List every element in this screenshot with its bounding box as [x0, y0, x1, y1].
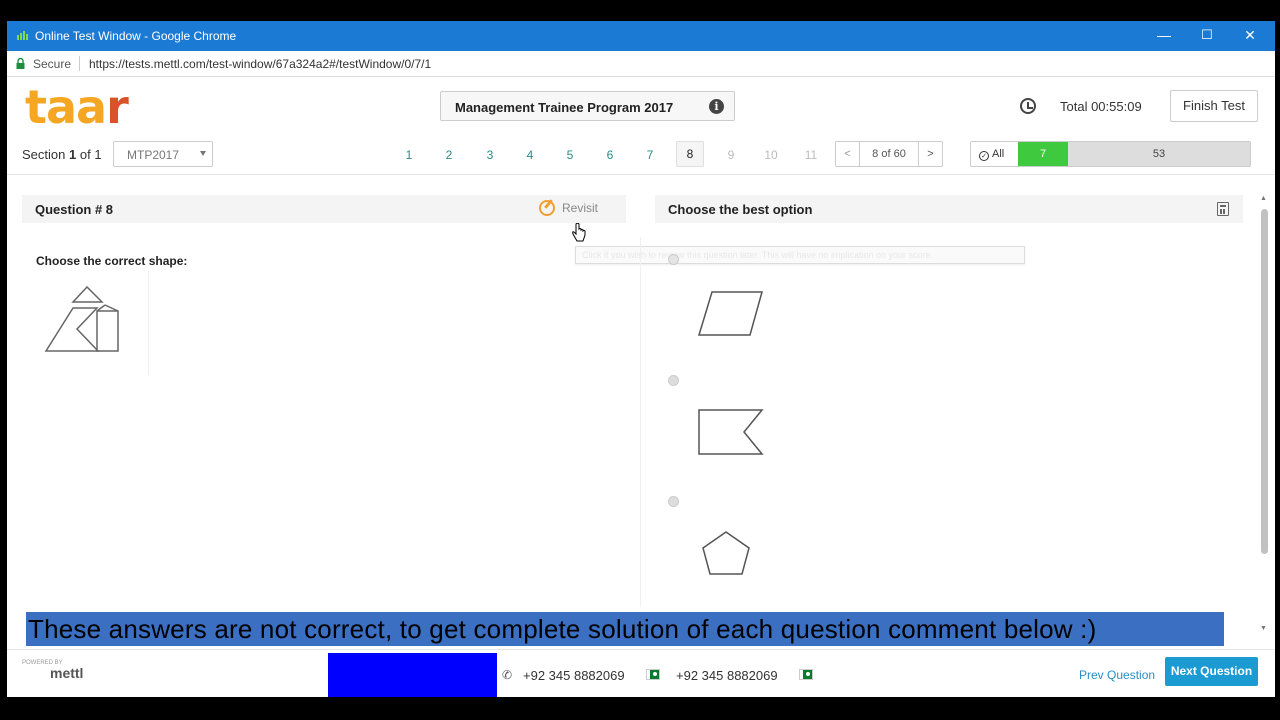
next-question-button[interactable]: Next Question — [1165, 657, 1258, 686]
question-pager: < 8 of 60 > — [835, 141, 943, 167]
option-1-parallelogram-image[interactable] — [692, 280, 772, 350]
pager-prev-button[interactable]: < — [836, 142, 860, 166]
section-number: 1 — [69, 147, 77, 162]
question-nav-9[interactable]: 9 — [717, 148, 745, 162]
blue-overlay-block — [328, 653, 497, 697]
section-label: Section 1 of 1 — [22, 147, 102, 162]
question-nav-2[interactable]: 2 — [435, 148, 463, 162]
check-circle-icon: ✓ — [979, 151, 989, 161]
hand-cursor-icon — [572, 223, 586, 242]
clock-icon — [1020, 98, 1036, 114]
option-2-notched-rectangle-image[interactable] — [692, 398, 772, 468]
test-name: Management Trainee Program 2017 — [455, 100, 674, 115]
timer: Total 00:55:09 — [1060, 99, 1142, 114]
question-nav-5[interactable]: 5 — [556, 148, 584, 162]
option-1-radio[interactable] — [668, 254, 679, 265]
phone-number-1: +92 345 8882069 — [523, 668, 625, 683]
phone-number-2: +92 345 8882069 — [676, 668, 778, 683]
video-caption-overlay: These answers are not correct, to get co… — [26, 612, 1224, 646]
powered-by-mettl-logo: POWERED BY mettl — [22, 660, 83, 681]
taar-logo: taar — [25, 84, 129, 130]
prev-question-button[interactable]: Prev Question — [1079, 668, 1155, 682]
revisit-tooltip: Click if you wish to review this questio… — [575, 246, 1025, 264]
minimize-button[interactable]: — — [1155, 26, 1173, 44]
window-titlebar: Online Test Window - Google Chrome — ☐ ✕ — [7, 21, 1275, 51]
option-3-pentagon-image[interactable] — [692, 524, 772, 594]
logo-text-accent: r — [106, 80, 129, 134]
scroll-up-icon[interactable]: ▲ — [1260, 195, 1267, 202]
panel-divider — [640, 237, 641, 607]
options-header: Choose the best option — [655, 195, 1243, 223]
option-2-radio[interactable] — [668, 375, 679, 386]
footer-bar: POWERED BY mettl ✆ +92 345 8882069 +92 34… — [7, 649, 1275, 697]
test-name-box: Management Trainee Program 2017 i — [440, 91, 735, 121]
pakistan-flag-icon — [647, 670, 659, 679]
address-bar[interactable]: Secure https://tests.mettl.com/test-wind… — [7, 51, 1275, 77]
pager-next-button[interactable]: > — [918, 142, 942, 166]
revisit-label: Revisit — [562, 201, 599, 215]
question-nav-1[interactable]: 1 — [395, 148, 423, 162]
pakistan-flag-icon-2 — [800, 670, 812, 679]
revisit-pencil-icon — [539, 200, 555, 216]
section-of: of 1 — [79, 147, 102, 162]
pager-count: 8 of 60 — [872, 148, 906, 160]
mettl-favicon-icon — [17, 31, 28, 40]
calculator-icon[interactable] — [1217, 202, 1229, 216]
image-divider — [148, 271, 149, 375]
question-nav-6[interactable]: 6 — [596, 148, 624, 162]
question-text: Choose the correct shape: — [36, 254, 188, 268]
address-separator — [79, 56, 80, 71]
url-text[interactable]: https://tests.mettl.com/test-window/67a3… — [89, 57, 431, 71]
question-nav-11[interactable]: 11 — [797, 148, 825, 162]
scrollbar-thumb[interactable] — [1261, 209, 1268, 554]
option-3-radio[interactable] — [668, 496, 679, 507]
secure-label: Secure — [33, 57, 72, 71]
question-header: Question # 8 Revisit — [22, 195, 626, 223]
question-number: Question # 8 — [35, 202, 114, 217]
options-title: Choose the best option — [668, 202, 813, 217]
section-selected-value: MTP2017 — [127, 148, 180, 162]
content-scrollbar[interactable]: ▲ ▼ — [1258, 195, 1270, 632]
filter-answered[interactable]: 7 — [1018, 142, 1068, 166]
section-word: Section — [22, 147, 66, 162]
filter-all[interactable]: ✓ All — [971, 142, 1018, 166]
close-window-button[interactable]: ✕ — [1241, 26, 1259, 44]
revisit-button[interactable]: Revisit — [539, 200, 598, 216]
section-select[interactable]: MTP2017 — [113, 141, 213, 167]
question-nav-4[interactable]: 4 — [516, 148, 544, 162]
window-title: Online Test Window - Google Chrome — [35, 29, 237, 43]
finish-test-button[interactable]: Finish Test — [1170, 90, 1258, 122]
question-status-filter: ✓ All 7 53 — [970, 141, 1251, 167]
browser-window: Online Test Window - Google Chrome — ☐ ✕… — [7, 21, 1275, 697]
mettl-brand: mettl — [50, 665, 84, 681]
question-nav-3[interactable]: 3 — [476, 148, 504, 162]
question-shape-image — [44, 285, 119, 352]
phone-icon: ✆ — [502, 668, 513, 682]
filter-unanswered[interactable]: 53 — [1068, 142, 1250, 166]
lock-icon — [16, 58, 25, 69]
question-nav-10[interactable]: 10 — [757, 148, 785, 162]
chevron-down-icon — [200, 151, 206, 156]
section-bar: Section 1 of 1 MTP2017 1 2 3 4 5 6 7 8 9… — [7, 135, 1275, 175]
filter-all-label: All — [992, 148, 1005, 160]
test-page: taar Management Trainee Program 2017 i T… — [7, 77, 1275, 697]
question-nav-7[interactable]: 7 — [636, 148, 664, 162]
info-icon[interactable]: i — [709, 99, 724, 114]
question-nav-8-current[interactable]: 8 — [676, 141, 704, 167]
logo-text: taa — [25, 80, 107, 134]
scroll-down-icon[interactable]: ▼ — [1260, 625, 1267, 632]
maximize-button[interactable]: ☐ — [1198, 26, 1216, 44]
